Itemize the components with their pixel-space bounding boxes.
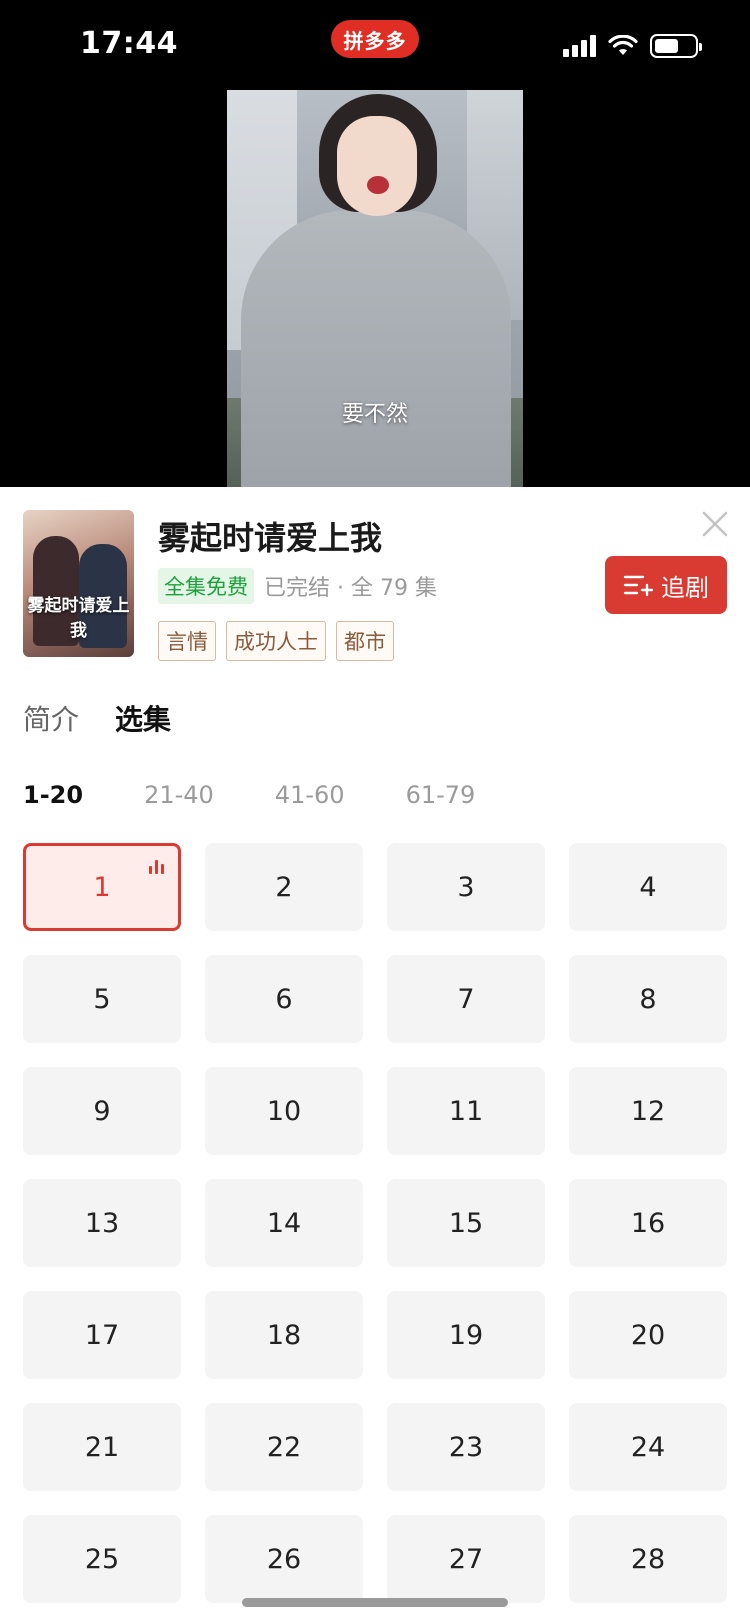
episode-button[interactable]: 25 [23,1515,181,1603]
detail-tabs: 简介 选集 [23,698,171,738]
drama-meta: 全集免费 已完结 · 全 79 集 [158,568,437,604]
episode-button[interactable]: 26 [205,1515,363,1603]
episode-button[interactable]: 28 [569,1515,727,1603]
range-tab-21-40[interactable]: 21-40 [144,781,214,809]
episode-button[interactable]: 2 [205,843,363,931]
now-playing-icon [149,860,164,874]
episode-number: 13 [84,1207,120,1239]
episode-number: 20 [630,1319,666,1351]
range-tab-41-60[interactable]: 41-60 [275,781,345,809]
episode-button[interactable]: 11 [387,1067,545,1155]
episode-number: 26 [266,1543,302,1575]
genre-tag[interactable]: 言情 [158,621,216,661]
episode-number: 7 [457,983,475,1015]
episode-number: 16 [630,1207,666,1239]
episode-button[interactable]: 23 [387,1403,545,1491]
episode-button[interactable]: 21 [23,1403,181,1491]
video-subtitle: 要不然 [341,402,408,427]
drama-title: 雾起时请爱上我 [158,519,383,557]
video-person-mouth [367,176,389,194]
episode-button[interactable]: 7 [387,955,545,1043]
video-player[interactable]: 要不然 [227,90,523,488]
wifi-icon [608,35,638,55]
episode-number: 3 [457,871,475,903]
episode-button[interactable]: 13 [23,1179,181,1267]
episode-number: 28 [630,1543,666,1575]
episode-number: 4 [639,871,657,903]
episode-button[interactable]: 8 [569,955,727,1043]
episode-number: 9 [93,1095,111,1127]
episode-button[interactable]: 9 [23,1067,181,1155]
episode-number: 8 [639,983,657,1015]
episode-number: 1 [93,871,111,903]
episode-number: 14 [266,1207,302,1239]
status-icons [563,34,702,58]
add-to-list-icon [623,575,653,597]
episode-number: 22 [266,1431,302,1463]
close-icon[interactable] [700,509,730,539]
follow-button-label: 追剧 [661,573,709,602]
episode-button[interactable]: 18 [205,1291,363,1379]
signal-icon [563,35,596,57]
episode-number: 12 [630,1095,666,1127]
episode-number: 18 [266,1319,302,1351]
battery-icon [650,34,702,58]
video-person-face [337,116,417,216]
poster-title: 雾起时请爱上我 [27,596,130,641]
home-indicator[interactable] [242,1598,508,1607]
episode-button[interactable]: 5 [23,955,181,1043]
range-tab-61-79[interactable]: 61-79 [406,781,476,809]
app-indicator-pill[interactable]: 拼多多 [331,20,419,58]
episode-button[interactable]: 27 [387,1515,545,1603]
episode-number: 24 [630,1431,666,1463]
episode-number: 10 [266,1095,302,1127]
episode-button[interactable]: 16 [569,1179,727,1267]
episode-button[interactable]: 17 [23,1291,181,1379]
video-person-body [241,210,511,488]
screen: 17:44 拼多多 要不然 雾起时请爱上我 雾起时请爱上我 全集免费 已完结 ·… [0,0,750,1623]
episode-sheet: 雾起时请爱上我 雾起时请爱上我 全集免费 已完结 · 全 79 集 言情 成功人… [0,487,750,1623]
status-time: 17:44 [80,26,178,61]
episode-number: 2 [275,871,293,903]
episode-number: 11 [448,1095,484,1127]
drama-tags: 言情 成功人士 都市 [158,621,394,661]
episode-number: 5 [93,983,111,1015]
genre-tag[interactable]: 成功人士 [226,621,326,661]
episode-grid: 1 2 3 4 5 6 7 8 9 10 11 12 13 14 15 16 17 18 19 20 21 22 23 24 2… [23,843,728,1603]
episode-number: 6 [275,983,293,1015]
episode-number: 27 [448,1543,484,1575]
free-badge: 全集免费 [158,568,254,604]
drama-poster[interactable]: 雾起时请爱上我 [23,510,134,657]
episode-button[interactable]: 15 [387,1179,545,1267]
episode-number: 19 [448,1319,484,1351]
episode-button[interactable]: 20 [569,1291,727,1379]
episode-number: 25 [84,1543,120,1575]
status-bar: 17:44 拼多多 [0,0,750,96]
episode-button[interactable]: 19 [387,1291,545,1379]
episode-number: 21 [84,1431,120,1463]
tab-intro[interactable]: 简介 [23,698,79,738]
tab-episodes[interactable]: 选集 [115,698,171,738]
episode-button[interactable]: 14 [205,1179,363,1267]
episode-button[interactable]: 4 [569,843,727,931]
episode-button[interactable]: 12 [569,1067,727,1155]
episode-button[interactable]: 1 [23,843,181,931]
drama-status: 已完结 · 全 79 集 [264,576,437,601]
episode-button[interactable]: 6 [205,955,363,1043]
episode-number: 17 [84,1319,120,1351]
episode-number: 15 [448,1207,484,1239]
range-tab-1-20[interactable]: 1-20 [23,781,83,809]
episode-range-tabs: 1-20 21-40 41-60 61-79 [23,781,475,809]
episode-button[interactable]: 10 [205,1067,363,1155]
episode-button[interactable]: 3 [387,843,545,931]
genre-tag[interactable]: 都市 [336,621,394,661]
episode-button[interactable]: 24 [569,1403,727,1491]
follow-button[interactable]: 追剧 [605,556,727,614]
episode-button[interactable]: 22 [205,1403,363,1491]
episode-number: 23 [448,1431,484,1463]
